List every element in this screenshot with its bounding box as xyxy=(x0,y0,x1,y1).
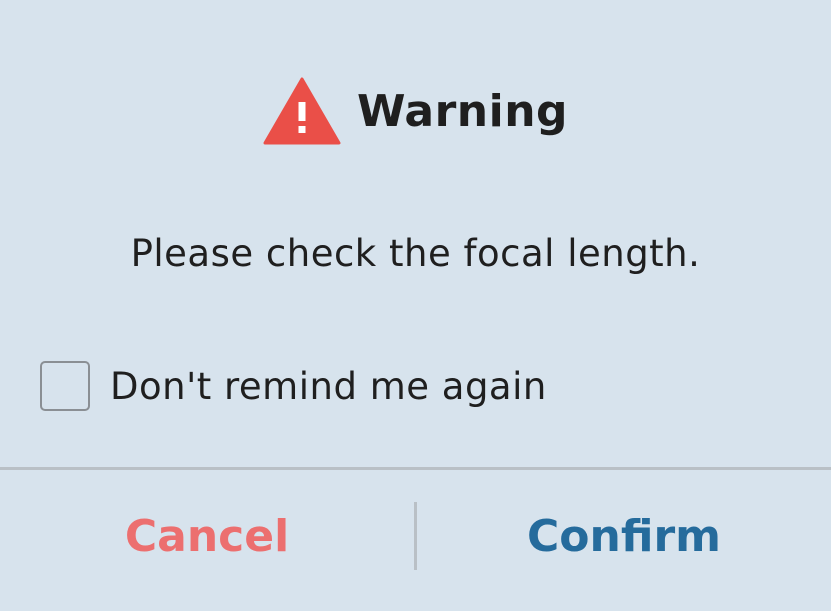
dialog-button-bar: Cancel Confirm xyxy=(0,470,831,611)
dialog-message: Please check the focal length. xyxy=(130,232,701,275)
warning-dialog: Warning Please check the focal length. D… xyxy=(0,0,831,611)
dialog-title: Warning xyxy=(356,85,569,137)
dont-remind-checkbox[interactable] xyxy=(40,361,90,411)
dialog-header: Warning xyxy=(0,76,831,146)
dont-remind-label[interactable]: Don't remind me again xyxy=(110,365,547,408)
cancel-button[interactable]: Cancel xyxy=(0,470,414,611)
warning-triangle-icon xyxy=(263,77,341,145)
confirm-button[interactable]: Confirm xyxy=(417,470,831,611)
dont-remind-checkbox-row[interactable]: Don't remind me again xyxy=(40,361,547,411)
